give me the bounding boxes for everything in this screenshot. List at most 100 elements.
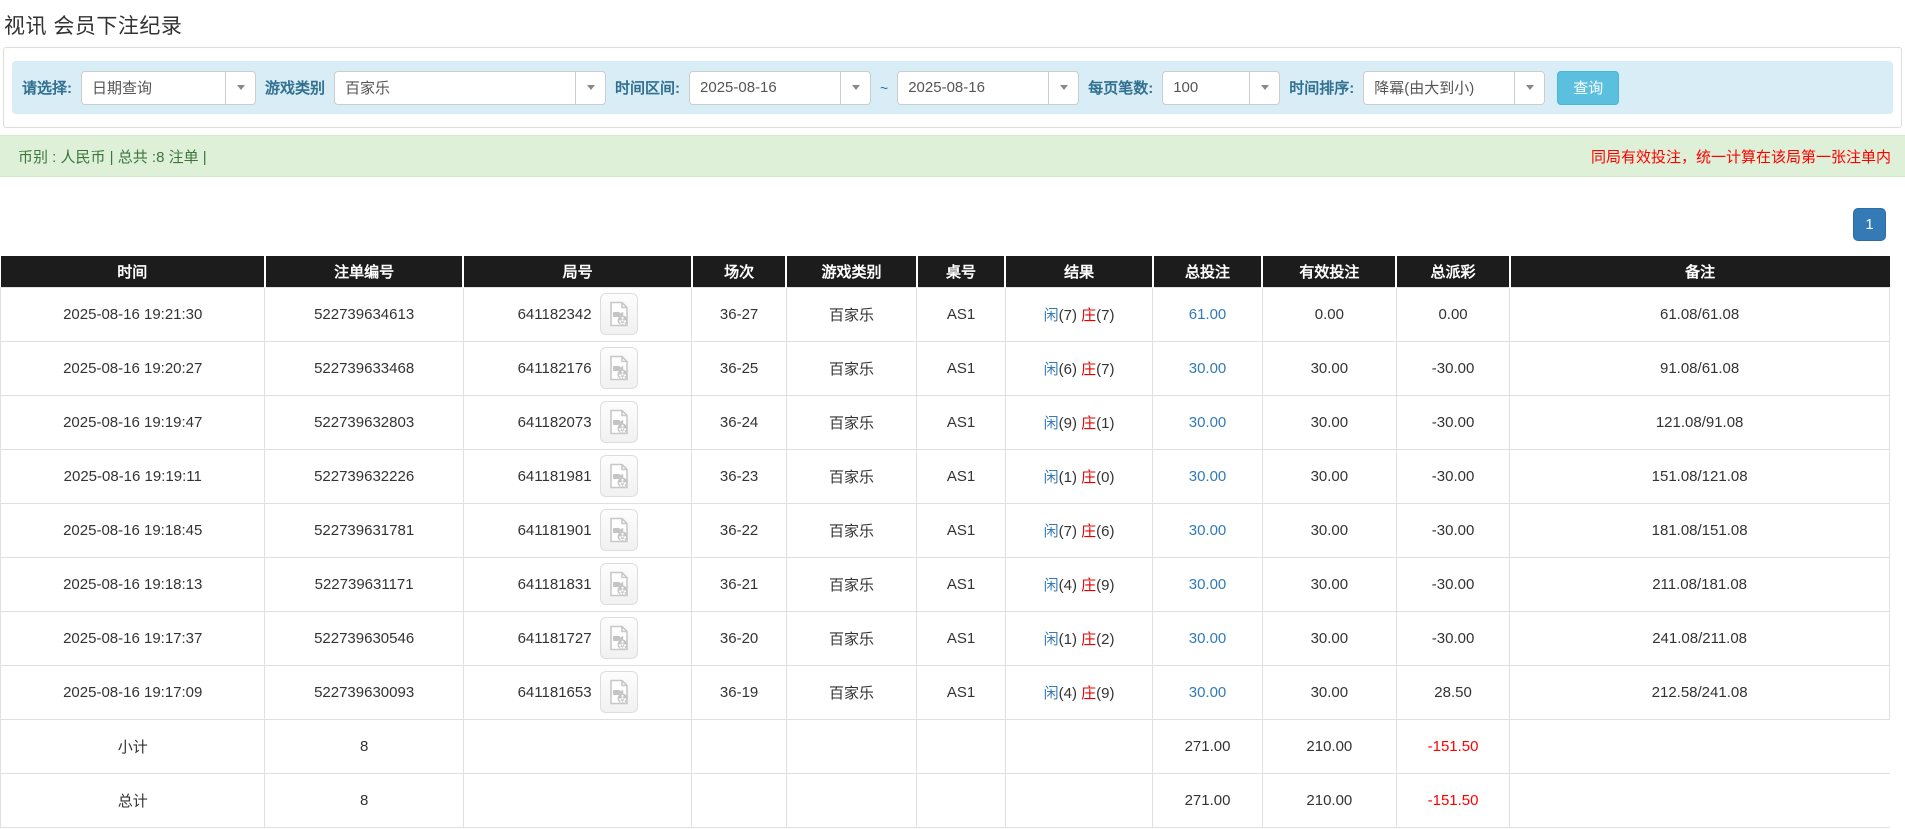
- col-round-id: 局号: [463, 256, 692, 287]
- total-bet-link[interactable]: 30.00: [1189, 468, 1227, 485]
- total-bet-link[interactable]: 30.00: [1189, 630, 1227, 647]
- bet-time: 2025-08-16 19:17:09: [1, 665, 265, 719]
- chevron-down-icon: [575, 72, 605, 104]
- game-category: 百家乐: [786, 611, 916, 665]
- valid-bet: 30.00: [1262, 395, 1396, 449]
- payout: -30.00: [1396, 449, 1509, 503]
- total-bet-link[interactable]: 30.00: [1189, 684, 1227, 701]
- totals-payout: -151.50: [1396, 719, 1509, 773]
- table-row: 2025-08-16 19:21:30 522739634613 6411823…: [1, 287, 1890, 341]
- result-banker-label: 庄: [1081, 523, 1096, 540]
- session-no: 36-19: [692, 665, 786, 719]
- note: 91.08/61.08: [1510, 341, 1890, 395]
- bet-time: 2025-08-16 19:19:11: [1, 449, 265, 503]
- total-bet-link[interactable]: 30.00: [1189, 414, 1227, 431]
- date-from-select[interactable]: 2025-08-16: [689, 71, 871, 105]
- col-result: 结果: [1005, 256, 1152, 287]
- result-banker-score: (6): [1096, 523, 1114, 540]
- payout: -30.00: [1396, 557, 1509, 611]
- total-bet-link[interactable]: 30.00: [1189, 360, 1227, 377]
- table-body: 2025-08-16 19:21:30 522739634613 6411823…: [1, 287, 1890, 827]
- table-no: AS1: [917, 287, 1006, 341]
- round-id: 641181653: [518, 684, 592, 701]
- payout: -30.00: [1396, 341, 1509, 395]
- table-row: 2025-08-16 19:20:27 522739633468 6411821…: [1, 341, 1890, 395]
- payout: 0.00: [1396, 287, 1509, 341]
- video-record-icon[interactable]: [600, 293, 638, 335]
- bet-time: 2025-08-16 19:17:37: [1, 611, 265, 665]
- col-bet-id: 注单编号: [265, 256, 463, 287]
- round-id-cell: 641182342: [463, 287, 692, 341]
- result-banker-score: (2): [1096, 631, 1114, 648]
- total-bet-link[interactable]: 30.00: [1189, 576, 1227, 593]
- total-bet-link[interactable]: 30.00: [1189, 522, 1227, 539]
- page-title: 视讯 会员下注纪录: [4, 10, 1905, 40]
- valid-bet: 30.00: [1262, 341, 1396, 395]
- video-record-icon[interactable]: [600, 617, 638, 659]
- result-cell: 闲(4) 庄(9): [1005, 665, 1152, 719]
- date-to-select[interactable]: 2025-08-16: [897, 71, 1079, 105]
- col-note: 备注: [1510, 256, 1890, 287]
- page-size-label: 每页笔数:: [1088, 77, 1153, 98]
- bet-time: 2025-08-16 19:21:30: [1, 287, 265, 341]
- result-player-score: (7): [1059, 523, 1077, 540]
- result-banker-label: 庄: [1081, 577, 1096, 594]
- video-record-icon[interactable]: [600, 401, 638, 443]
- date-from-value: 2025-08-16: [690, 72, 840, 104]
- note: 211.08/181.08: [1510, 557, 1890, 611]
- col-table-no: 桌号: [917, 256, 1006, 287]
- round-id: 641181727: [518, 630, 592, 647]
- result-cell: 闲(4) 庄(9): [1005, 557, 1152, 611]
- page-size-value: 100: [1163, 72, 1249, 104]
- result-banker-label: 庄: [1081, 685, 1096, 702]
- result-banker-label: 庄: [1081, 469, 1096, 486]
- query-type-select[interactable]: 日期查询: [81, 71, 256, 105]
- note: 241.08/211.08: [1510, 611, 1890, 665]
- bet-id: 522739634613: [265, 287, 463, 341]
- result-player-score: (6): [1059, 361, 1077, 378]
- bet-time: 2025-08-16 19:18:13: [1, 557, 265, 611]
- totals-valid-bet: 210.00: [1262, 773, 1396, 827]
- game-category: 百家乐: [786, 341, 916, 395]
- col-game-category: 游戏类别: [786, 256, 916, 287]
- result-banker-label: 庄: [1081, 361, 1096, 378]
- video-record-icon[interactable]: [600, 455, 638, 497]
- page-size-select[interactable]: 100: [1162, 71, 1280, 105]
- video-record-icon[interactable]: [600, 671, 638, 713]
- time-sort-value: 降冪(由大到小): [1364, 72, 1514, 104]
- session-no: 36-20: [692, 611, 786, 665]
- currency-summary-text: 币别 : 人民币 | 总共 :8 注单 |: [18, 146, 207, 167]
- table-no: AS1: [917, 341, 1006, 395]
- result-cell: 闲(1) 庄(2): [1005, 611, 1152, 665]
- pagination-top: 1: [0, 208, 1886, 241]
- table-row: 2025-08-16 19:19:11 522739632226 6411819…: [1, 449, 1890, 503]
- video-record-icon[interactable]: [600, 509, 638, 551]
- valid-bet: 30.00: [1262, 665, 1396, 719]
- video-record-icon[interactable]: [600, 347, 638, 389]
- result-player-label: 闲: [1044, 685, 1059, 702]
- game-category: 百家乐: [786, 449, 916, 503]
- page-1-button[interactable]: 1: [1853, 208, 1886, 241]
- result-player-score: (4): [1059, 577, 1077, 594]
- chevron-down-icon: [1048, 72, 1078, 104]
- chevron-down-icon: [225, 72, 255, 104]
- betting-records-page: 视讯 会员下注纪录 请选择: 日期查询 游戏类别 百家乐 时间区间: 2025-…: [0, 10, 1905, 829]
- table-no: AS1: [917, 449, 1006, 503]
- betting-records-table: 时间 注单编号 局号 场次 游戏类别 桌号 结果 总投注 有效投注 总派彩 备注…: [0, 256, 1890, 828]
- game-category-select[interactable]: 百家乐: [334, 71, 606, 105]
- result-player-score: (9): [1059, 415, 1077, 432]
- table-row: 2025-08-16 19:18:13 522739631171 6411818…: [1, 557, 1890, 611]
- col-valid-bet: 有效投注: [1262, 256, 1396, 287]
- bet-id: 522739630546: [265, 611, 463, 665]
- search-button[interactable]: 查询: [1557, 71, 1619, 105]
- video-record-icon[interactable]: [600, 563, 638, 605]
- totals-payout: -151.50: [1396, 773, 1509, 827]
- result-banker-label: 庄: [1081, 415, 1096, 432]
- chevron-down-icon: [1514, 72, 1544, 104]
- bet-time: 2025-08-16 19:19:47: [1, 395, 265, 449]
- note: 212.58/241.08: [1510, 665, 1890, 719]
- total-bet-link[interactable]: 61.00: [1189, 306, 1227, 323]
- filter-bar: 请选择: 日期查询 游戏类别 百家乐 时间区间: 2025-08-16 ~ 20…: [12, 61, 1893, 114]
- time-sort-select[interactable]: 降冪(由大到小): [1363, 71, 1545, 105]
- session-no: 36-21: [692, 557, 786, 611]
